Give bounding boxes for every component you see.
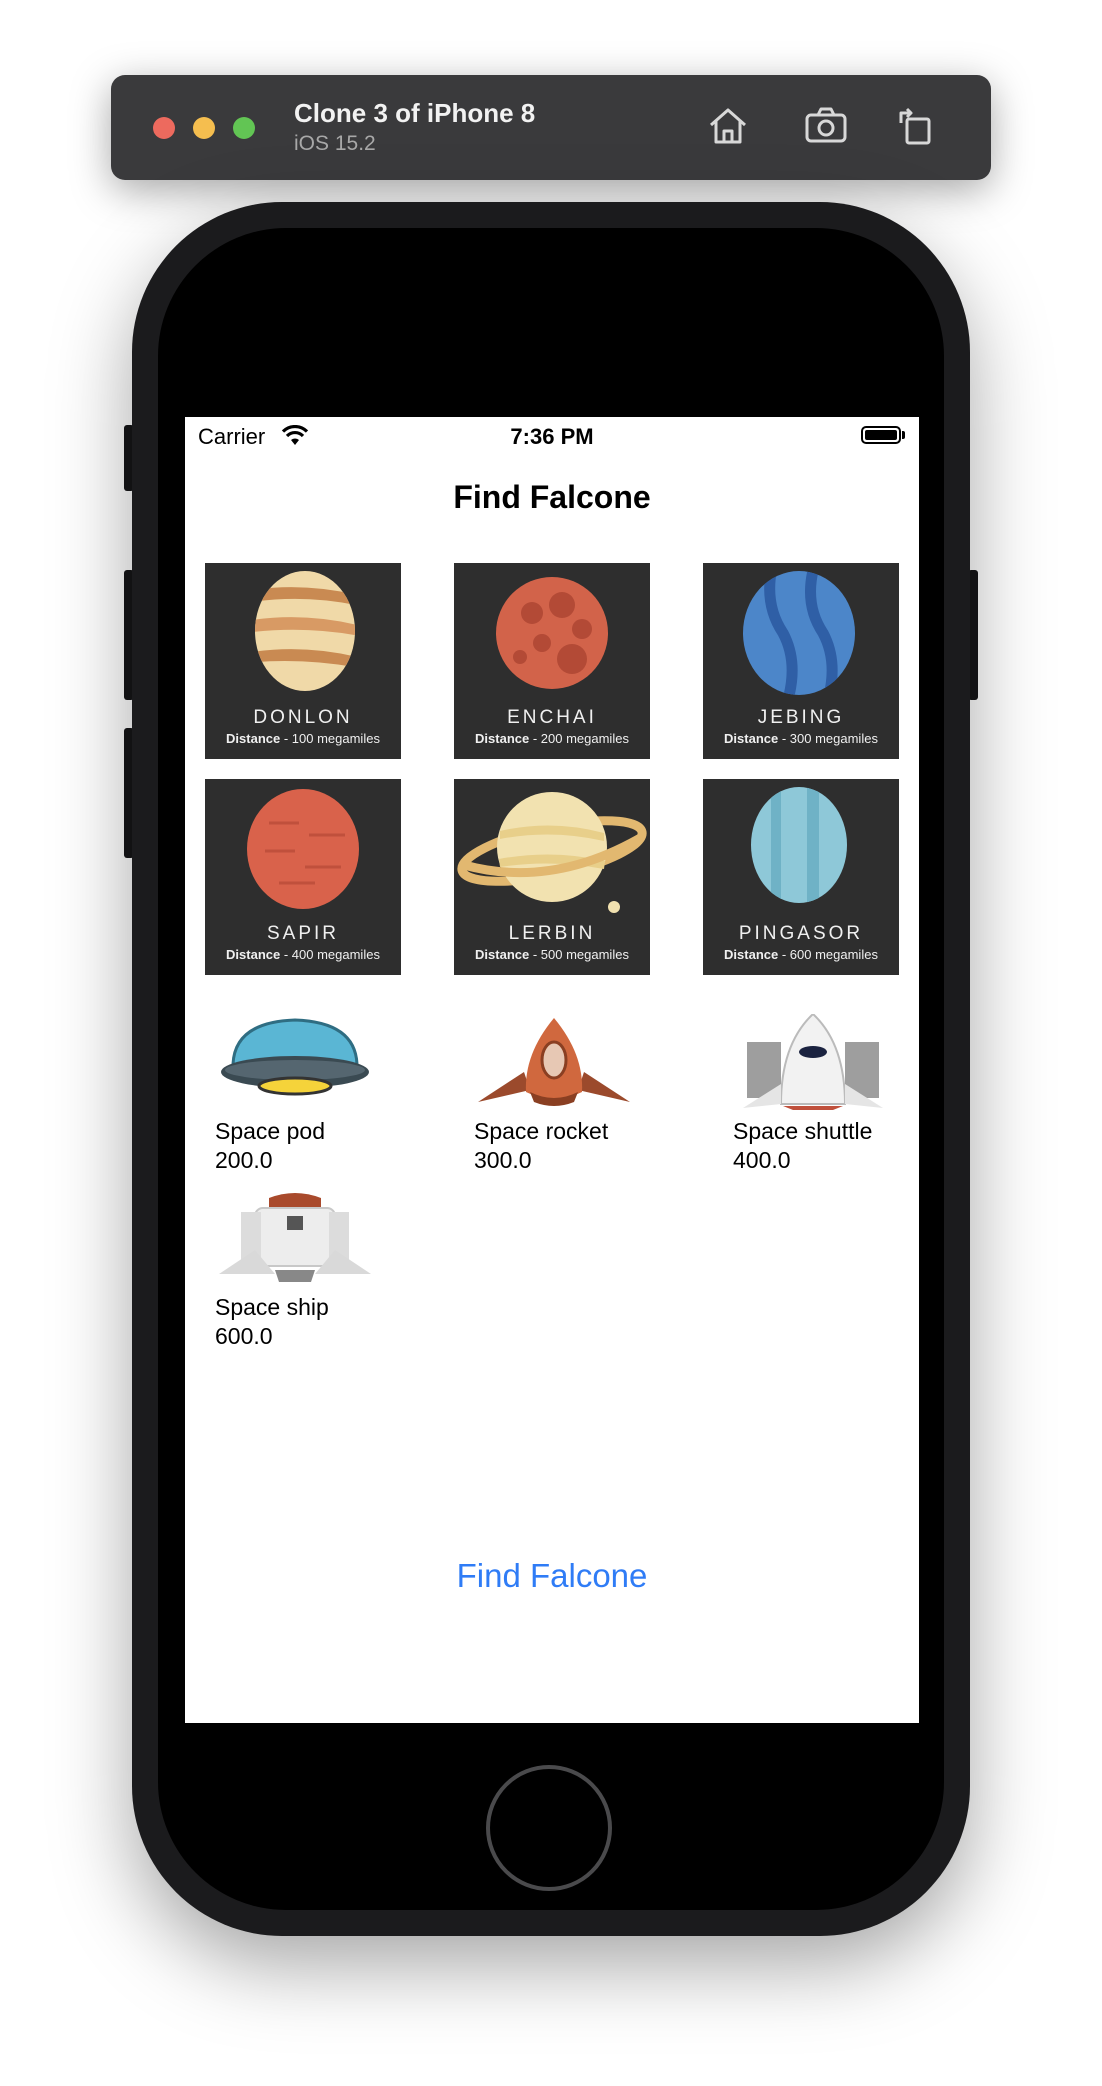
planet-distance: Distance - 500 megamiles — [475, 947, 629, 962]
vehicle-speed: 200.0 — [215, 1147, 273, 1173]
planet-enchai-image — [496, 577, 608, 689]
vehicle-speed: 400.0 — [733, 1147, 791, 1173]
status-time: 7:36 PM — [510, 424, 594, 449]
vehicle-name: Space pod — [215, 1118, 325, 1144]
vehicle-space-pod[interactable]: Space pod 200.0 — [215, 1014, 415, 1184]
screenshot-icon[interactable] — [803, 103, 849, 149]
rotate-icon[interactable] — [893, 103, 939, 149]
vehicle-name: Space ship — [215, 1294, 329, 1320]
simulator-device-name: Clone 3 of iPhone 8 — [294, 98, 536, 128]
planet-donlon-image — [255, 571, 355, 691]
planet-lerbin-image — [457, 792, 647, 913]
page-title: Find Falcone — [453, 479, 651, 515]
minimize-window-button[interactable] — [193, 117, 215, 139]
planet-jebing-image — [743, 571, 855, 695]
planet-distance: Distance - 100 megamiles — [226, 731, 380, 746]
planet-tile-lerbin[interactable]: LERBIN Distance - 500 megamiles — [454, 779, 650, 975]
simulator-os-version: iOS 15.2 — [294, 132, 376, 155]
find-falcone-button[interactable]: Find Falcone — [185, 1557, 919, 1595]
vehicle-space-shuttle[interactable]: Space shuttle 400.0 — [733, 1014, 919, 1184]
space-ship-icon — [219, 1193, 371, 1282]
planet-distance: Distance - 600 megamiles — [724, 947, 878, 962]
vehicle-space-ship[interactable]: Space ship 600.0 — [215, 1190, 415, 1360]
vehicle-space-rocket[interactable]: Space rocket 300.0 — [474, 1014, 674, 1184]
planet-distance: Distance - 200 megamiles — [475, 731, 629, 746]
planet-tile-enchai[interactable]: ENCHAI Distance - 200 megamiles — [454, 563, 650, 759]
planet-name: JEBING — [757, 707, 845, 728]
planet-tile-donlon[interactable]: DONLON Distance - 100 megamiles — [205, 563, 401, 759]
planet-name: ENCHAI — [507, 707, 597, 728]
planet-name: DONLON — [253, 707, 353, 728]
zoom-window-button[interactable] — [233, 117, 255, 139]
vehicle-name: Space shuttle — [733, 1118, 873, 1144]
space-rocket-icon — [478, 1018, 630, 1106]
battery-icon — [861, 426, 901, 444]
planet-distance: Distance - 400 megamiles — [226, 947, 380, 962]
planet-tile-pingasor[interactable]: PINGASOR Distance - 600 megamiles — [703, 779, 899, 975]
vehicle-speed: 600.0 — [215, 1323, 273, 1349]
status-bar: Carrier 7:36 PM — [185, 417, 919, 457]
home-icon[interactable] — [705, 103, 751, 149]
vehicle-speed: 300.0 — [474, 1147, 532, 1173]
planet-name: SAPIR — [266, 923, 340, 944]
planet-pingasor-image — [751, 787, 847, 903]
vehicle-name: Space rocket — [474, 1118, 609, 1144]
space-pod-icon — [221, 1018, 369, 1096]
space-shuttle-icon — [743, 1014, 883, 1110]
app-screen: Carrier 7:36 PM Find Falcone DONLON Dist… — [185, 417, 919, 1723]
close-window-button[interactable] — [153, 117, 175, 139]
home-button[interactable] — [486, 1765, 612, 1891]
planet-name: PINGASOR — [738, 923, 864, 944]
planet-sapir-image — [247, 789, 359, 909]
planet-distance: Distance - 300 megamiles — [724, 731, 878, 746]
planet-name: LERBIN — [508, 923, 596, 944]
planet-tile-jebing[interactable]: JEBING Distance - 300 megamiles — [703, 563, 899, 759]
planet-tile-sapir[interactable]: SAPIR Distance - 400 megamiles — [205, 779, 401, 975]
